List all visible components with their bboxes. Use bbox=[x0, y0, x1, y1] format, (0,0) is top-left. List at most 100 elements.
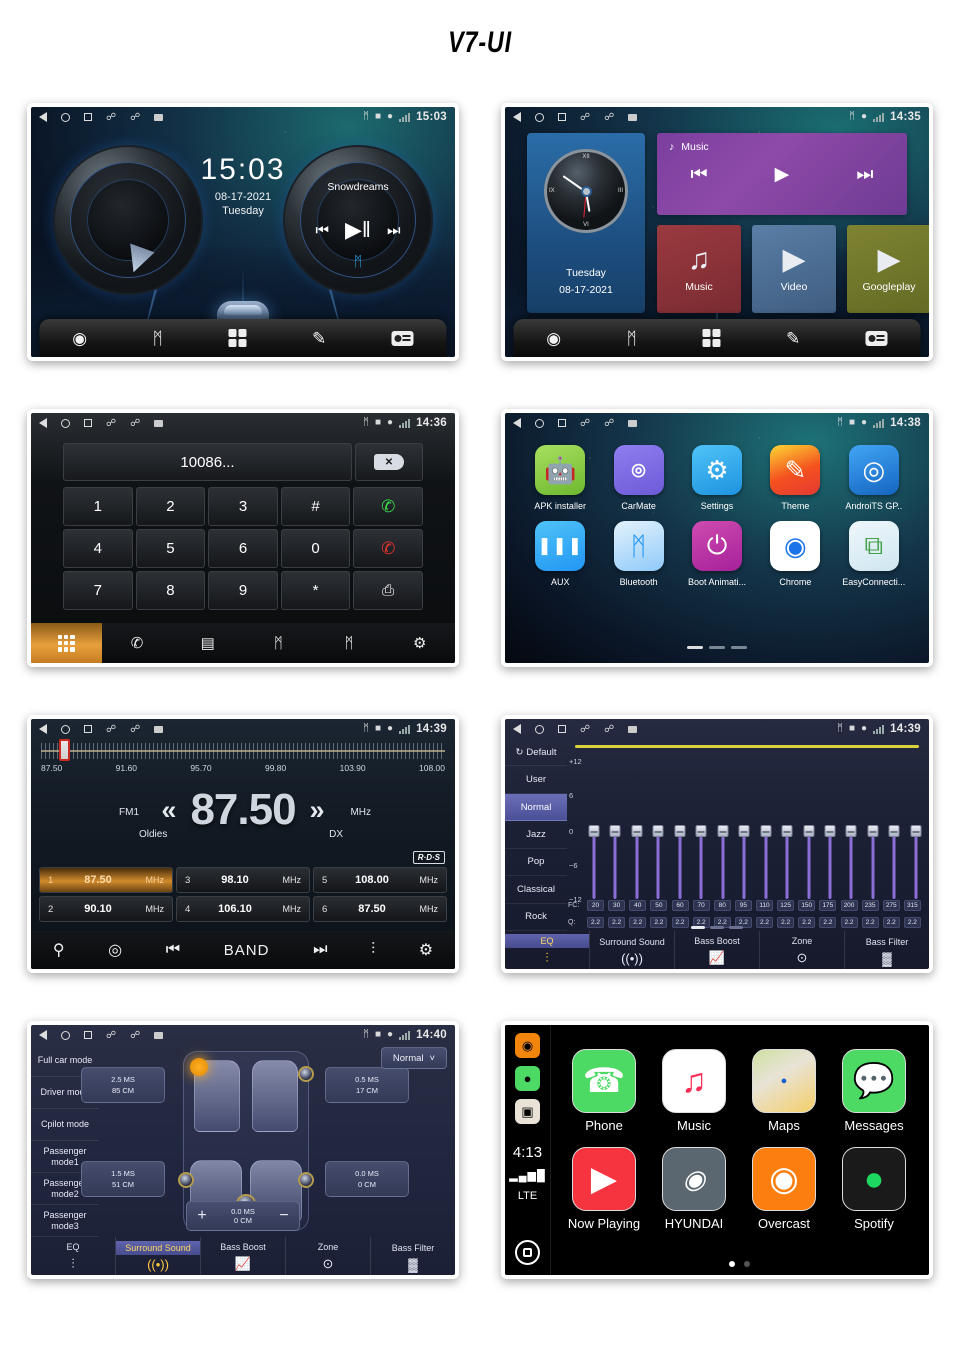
eq-band-slider[interactable] bbox=[588, 759, 600, 909]
eq-band-slider[interactable] bbox=[867, 759, 879, 909]
music-widget-controls[interactable]: ⏮ ▶ ⏭ bbox=[657, 163, 907, 186]
app-bluetooth[interactable]: ᛗ Bluetooth bbox=[599, 521, 677, 587]
bottom-dock[interactable]: ◉ ᛗ ✎ bbox=[513, 319, 921, 357]
surround-preset-select[interactable]: Normal ˅ bbox=[381, 1047, 447, 1069]
prev-track-icon[interactable]: ⏮ bbox=[315, 222, 329, 239]
back-triangle-icon[interactable] bbox=[39, 1030, 47, 1040]
preset-6[interactable]: 6 87.50 MHz bbox=[313, 896, 447, 922]
play-icon[interactable]: ▶ bbox=[775, 163, 790, 186]
app-easyconnection[interactable]: ⧉ EasyConnecti... bbox=[835, 521, 913, 587]
carplay-app-music[interactable]: ♫ Music bbox=[649, 1049, 739, 1133]
carplay-sidebar[interactable]: ◉ ● ▣ 4:13 ▂▄▆█ LTE bbox=[505, 1025, 551, 1275]
tab-bass-boost[interactable]: Bass Boost 📈 bbox=[675, 931, 760, 969]
fc-chip[interactable]: 70 bbox=[692, 900, 710, 911]
key-hash[interactable]: # bbox=[280, 487, 351, 526]
audio-tab-bar[interactable]: EQ ⫶ Surround Sound ((•)) Bass Boost 📈 Z… bbox=[505, 931, 929, 969]
backspace-button[interactable]: ✕ bbox=[355, 443, 423, 481]
fc-chip[interactable]: 95 bbox=[734, 900, 752, 911]
fc-chip[interactable]: 275 bbox=[882, 900, 900, 911]
preset-5[interactable]: 5 108.00 MHz bbox=[313, 867, 447, 893]
dial-display[interactable]: 10086... ✕ bbox=[63, 443, 423, 481]
overcast-mini-icon[interactable]: ◉ bbox=[515, 1033, 540, 1058]
fc-chip[interactable]: 235 bbox=[861, 900, 879, 911]
toolbar-bt-settings[interactable]: ⚙ bbox=[384, 623, 455, 663]
tab-zone[interactable]: Zone ⊙ bbox=[760, 931, 845, 969]
panel-apps[interactable]: ☍ ☍ ᛗ ■ ● 14:38 🤖 APK installer ◎ CarMat… bbox=[501, 409, 933, 667]
prev-track-icon[interactable]: ⏮ bbox=[691, 164, 708, 186]
radio-toolbar[interactable]: ⚲ ◎ ⏮ BAND ⏭ ⫶ ⚙ bbox=[31, 931, 455, 969]
eq-preset-jazz[interactable]: Jazz bbox=[505, 821, 567, 849]
fc-chip[interactable]: 30 bbox=[608, 900, 626, 911]
preset-1[interactable]: 1 87.50 MHz bbox=[39, 867, 173, 893]
eq-preset-normal[interactable]: Normal bbox=[505, 793, 567, 822]
key-4[interactable]: 4 bbox=[63, 529, 133, 568]
eq-preset-user[interactable]: User bbox=[505, 766, 567, 794]
fc-values-row[interactable]: 20 30 40 50 60 70 80 95 110 125 150 175 … bbox=[587, 900, 921, 911]
eq-band-sliders[interactable] bbox=[588, 759, 922, 909]
hangup-button[interactable]: ✆ bbox=[353, 529, 423, 568]
mode-passenger-3[interactable]: Passenger mode3 bbox=[31, 1205, 99, 1237]
page-indicator[interactable] bbox=[559, 1261, 919, 1267]
square-icon[interactable] bbox=[558, 113, 566, 121]
messages-mini-icon[interactable]: ● bbox=[515, 1066, 540, 1091]
key-6[interactable]: 6 bbox=[208, 529, 278, 568]
key-7[interactable]: 7 bbox=[63, 571, 133, 610]
music-widget-tile[interactable]: ♪ Music ⏮ ▶ ⏭ bbox=[657, 133, 907, 215]
eq-band-slider[interactable] bbox=[631, 759, 643, 909]
preset-4[interactable]: 4 106.10 MHz bbox=[176, 896, 310, 922]
square-icon[interactable] bbox=[84, 1031, 92, 1039]
apps-grid-icon[interactable] bbox=[228, 329, 247, 347]
tab-eq[interactable]: EQ ⫶ bbox=[31, 1237, 116, 1275]
bluetooth-icon[interactable]: ᛗ bbox=[627, 330, 637, 347]
carplay-app-messages[interactable]: 💬 Messages bbox=[829, 1049, 919, 1133]
bottom-dock[interactable]: ◉ ᛗ ✎ bbox=[39, 319, 447, 357]
key-2[interactable]: 2 bbox=[135, 487, 206, 526]
square-icon[interactable] bbox=[558, 725, 566, 733]
bluetooth-icon[interactable]: ᛗ bbox=[153, 330, 163, 347]
tab-surround-sound[interactable]: Surround Sound ((•)) bbox=[590, 931, 675, 969]
fc-chip[interactable]: 175 bbox=[819, 900, 837, 911]
preset-grid[interactable]: 1 87.50 MHz 3 98.10 MHz 5 108.00 MHz 2 9… bbox=[39, 867, 447, 922]
settings-gear-icon[interactable]: ⚙ bbox=[419, 940, 433, 960]
decrement-button[interactable]: − bbox=[269, 1207, 299, 1225]
delay-front-left[interactable]: 2.5 MS 85 CM bbox=[81, 1067, 165, 1103]
antenna-scan-icon[interactable]: ◎ bbox=[108, 940, 122, 960]
panel-equalizer[interactable]: ☍ ☍ ᛗ ■ ● 14:39 ↻ Default User Normal Ja… bbox=[501, 715, 933, 973]
app-carmate[interactable]: ◎ CarMate bbox=[599, 445, 677, 511]
delay-rear-right[interactable]: 0.0 MS 0 CM bbox=[325, 1161, 409, 1197]
tuner-needle[interactable] bbox=[59, 739, 70, 761]
app-androits-gps[interactable]: ◎ AndroiTS GP.. bbox=[835, 445, 913, 511]
page-dot[interactable] bbox=[743, 1261, 750, 1267]
fc-chip[interactable]: 40 bbox=[629, 900, 647, 911]
page-indicator[interactable] bbox=[505, 646, 929, 649]
app-aux[interactable]: ❚❚❚ AUX bbox=[521, 521, 599, 587]
fc-chip[interactable]: 150 bbox=[798, 900, 816, 911]
page-dot[interactable] bbox=[710, 926, 724, 929]
carplay-app-overcast[interactable]: ◉ Overcast bbox=[739, 1147, 829, 1231]
page-dot-active[interactable] bbox=[728, 1261, 735, 1267]
tab-bass-filter[interactable]: Bass Filter ▓ bbox=[371, 1237, 455, 1275]
back-triangle-icon[interactable] bbox=[513, 112, 521, 122]
next-track-icon[interactable]: ⏭ bbox=[387, 222, 401, 239]
toolbar-bt-audio[interactable]: ᛗ bbox=[243, 623, 314, 663]
speaker-front-right[interactable] bbox=[298, 1066, 314, 1082]
back-triangle-icon[interactable] bbox=[513, 724, 521, 734]
back-triangle-icon[interactable] bbox=[39, 724, 47, 734]
carplay-app-phone[interactable]: ☎ Phone bbox=[559, 1049, 649, 1133]
panel-home-tiles[interactable]: ☍ ☍ ᛗ ● 14:35 XII III VI IX Tuesday 08-1… bbox=[501, 103, 933, 361]
panel-dialer[interactable]: ☍ ☍ ᛗ ■ ● 14:36 10086... ✕ 1 2 3 # ✆ 4 5… bbox=[27, 409, 459, 667]
location-pin-icon[interactable]: ◉ bbox=[546, 330, 561, 347]
speaker-rear-right[interactable] bbox=[298, 1172, 314, 1188]
paint-brush-icon[interactable]: ✎ bbox=[786, 330, 800, 347]
eq-preset-default[interactable]: ↻ Default bbox=[505, 739, 567, 767]
mode-cpilot[interactable]: Cpilot mode bbox=[31, 1109, 99, 1141]
tune-down-button[interactable]: « bbox=[161, 795, 176, 826]
home-circle-icon[interactable] bbox=[61, 112, 70, 122]
delay-rear-left[interactable]: 1.5 MS 51 CM bbox=[81, 1161, 165, 1197]
back-triangle-icon[interactable] bbox=[39, 418, 47, 428]
carplay-home-icon[interactable] bbox=[515, 1240, 540, 1265]
clock-tile[interactable]: XII III VI IX Tuesday 08-17-2021 bbox=[527, 133, 645, 313]
page-dot[interactable] bbox=[709, 646, 725, 649]
eq-band-slider[interactable] bbox=[695, 759, 707, 909]
key-star[interactable]: * bbox=[280, 571, 351, 610]
